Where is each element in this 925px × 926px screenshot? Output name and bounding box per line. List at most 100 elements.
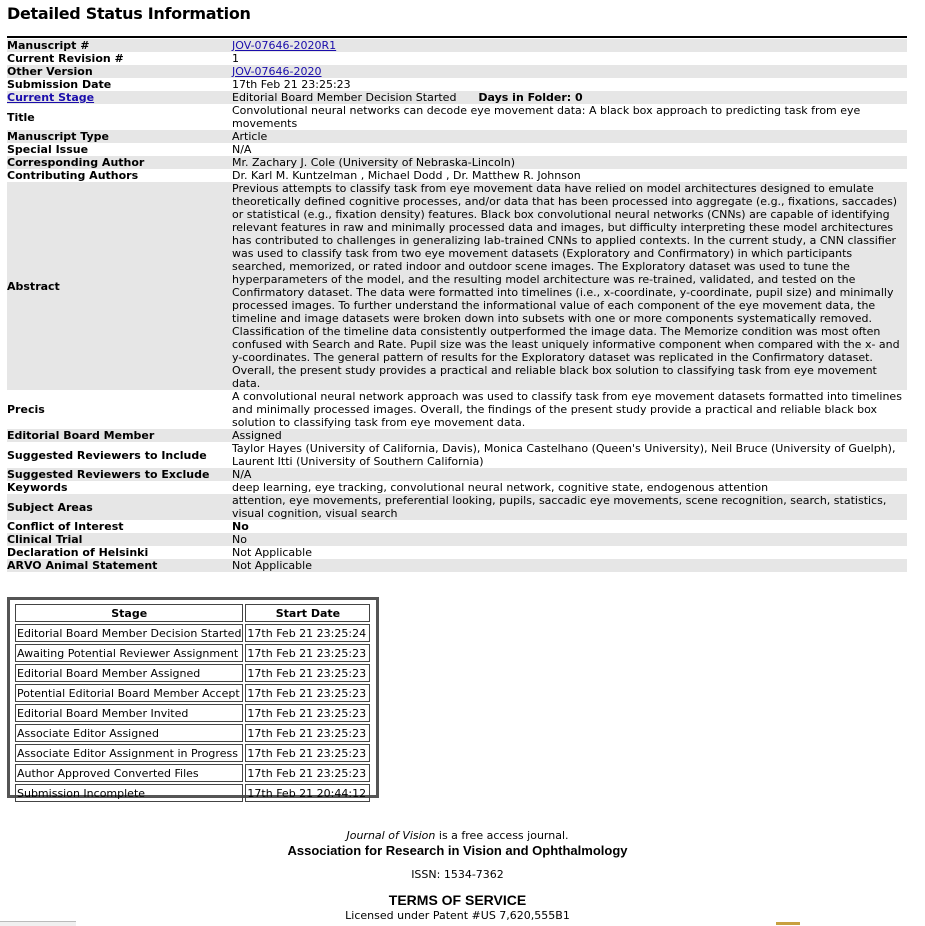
detail-value: Previous attempts to classify task from …	[232, 182, 900, 390]
stage-row: Author Approved Converted Files 17th Feb …	[15, 764, 371, 782]
detail-label-cell: Title	[7, 104, 232, 130]
stage-date-cell: 17th Feb 21 23:25:23	[245, 644, 371, 662]
detail-row: Editorial Board Member Assigned	[7, 429, 907, 442]
journal-statement: Journal of Vision is a free access journ…	[0, 829, 915, 842]
detail-row: Current Stage Editorial Board Member Deci…	[7, 91, 907, 104]
patent-license-text: Licensed under Patent #US 7,620,555B1	[345, 909, 570, 922]
detail-row: Abstract Previous attempts to classify ta…	[7, 182, 907, 390]
detail-row: Manuscript Type Article	[7, 130, 907, 143]
detail-label-cell: Other Version	[7, 65, 232, 78]
manuscript-link[interactable]: JOV-07646-2020	[232, 65, 322, 78]
detail-value-cell: Convolutional neural networks can decode…	[232, 104, 907, 130]
stage-row: Editorial Board Member Decision Started 1…	[15, 624, 371, 642]
detail-value-cell: Editorial Board Member Decision Started D…	[232, 91, 907, 104]
detail-value: N/A	[232, 468, 252, 481]
detail-label: Manuscript Type	[7, 130, 109, 143]
days-in-folder: Days in Folder: 0	[478, 91, 583, 104]
detail-row: Manuscript # JOV-07646-2020R1	[7, 39, 907, 52]
manuscript-link[interactable]: JOV-07646-2020R1	[232, 39, 336, 52]
detail-value: Dr. Karl M. Kuntzelman , Michael Dodd , …	[232, 169, 581, 182]
detail-label-cell: Conflict of Interest	[7, 520, 232, 533]
detail-value-cell: 17th Feb 21 23:25:23	[232, 78, 907, 91]
detail-row: Corresponding Author Mr. Zachary J. Cole …	[7, 156, 907, 169]
stage-history-table: Stage Start Date Editorial Board Member …	[13, 602, 372, 804]
detail-label-cell: Submission Date	[7, 78, 232, 91]
detail-label-cell: Suggested Reviewers to Include	[7, 442, 232, 468]
detail-value-cell: N/A	[232, 143, 907, 156]
detail-value: Taylor Hayes (University of California, …	[232, 442, 896, 468]
detail-label-cell: Declaration of Helsinki	[7, 546, 232, 559]
detail-row: Suggested Reviewers to Exclude N/A	[7, 468, 907, 481]
stage-name-cell: Associate Editor Assigned	[15, 724, 244, 742]
detail-label: Abstract	[7, 279, 60, 293]
detail-value: Assigned	[232, 429, 282, 442]
stage-name-cell: Editorial Board Member Assigned	[15, 664, 244, 682]
stage-name-cell: Associate Editor Assignment in Progress	[15, 744, 244, 762]
detail-label-cell: Corresponding Author	[7, 156, 232, 169]
detail-value-cell: Not Applicable	[232, 546, 907, 559]
detail-label: Declaration of Helsinki	[7, 546, 149, 559]
detail-label-cell: Clinical Trial	[7, 533, 232, 546]
stage-date-cell: 17th Feb 21 23:25:23	[245, 744, 371, 762]
detail-row: Contributing Authors Dr. Karl M. Kuntzelm…	[7, 169, 907, 182]
horizontal-scrollbar[interactable]	[0, 921, 76, 926]
page-title: Detailed Status Information	[7, 4, 251, 23]
detail-value: A convolutional neural network approach …	[232, 390, 902, 429]
detail-label-cell: Manuscript Type	[7, 130, 232, 143]
detail-row: Clinical Trial No	[7, 533, 907, 546]
terms-of-service-link[interactable]: TERMS OF SERVICE	[0, 892, 915, 908]
detail-label-cell: ARVO Animal Statement	[7, 559, 232, 572]
detail-label: Editorial Board Member	[7, 429, 155, 442]
detail-row: Precis A convolutional neural network app…	[7, 390, 907, 429]
detail-row: Submission Date 17th Feb 21 23:25:23	[7, 78, 907, 91]
detail-value: Article	[232, 130, 268, 143]
stage-date-cell: 17th Feb 21 23:25:23	[245, 664, 371, 682]
stage-date-cell: 17th Feb 21 20:44:12	[245, 784, 371, 802]
detail-value-cell: Previous attempts to classify task from …	[232, 182, 907, 390]
detail-label: Current Revision #	[7, 52, 124, 65]
detail-value: Not Applicable	[232, 559, 312, 572]
detail-row: Suggested Reviewers to Include Taylor Hay…	[7, 442, 907, 468]
detail-value-cell: No	[232, 520, 907, 533]
detail-row: Declaration of Helsinki Not Applicable	[7, 546, 907, 559]
current-stage-link[interactable]: Current Stage	[7, 91, 94, 104]
detail-label: Contributing Authors	[7, 169, 139, 182]
detail-value-cell: Assigned	[232, 429, 907, 442]
detail-row: Current Revision # 1	[7, 52, 907, 65]
detail-value: deep learning, eye tracking, convolution…	[232, 481, 769, 494]
detail-value-cell: Taylor Hayes (University of California, …	[232, 442, 907, 468]
detail-label: Other Version	[7, 65, 93, 78]
stage-row: Associate Editor Assignment in Progress 1…	[15, 744, 371, 762]
stage-date-cell: 17th Feb 21 23:25:23	[245, 684, 371, 702]
stage-date-cell: 17th Feb 21 23:25:24	[245, 624, 371, 642]
detail-value-cell: 1	[232, 52, 907, 65]
detail-label: Title	[7, 110, 35, 124]
detail-label-cell: Manuscript #	[7, 39, 232, 52]
detail-value-cell: No	[232, 533, 907, 546]
detail-label-cell: Current Revision #	[7, 52, 232, 65]
stage-row: Submission Incomplete 17th Feb 21 20:44:1…	[15, 784, 371, 802]
detail-value-cell: Not Applicable	[232, 559, 907, 572]
start-date-column-header: Start Date	[245, 604, 371, 622]
stage-row: Editorial Board Member Assigned 17th Feb …	[15, 664, 371, 682]
detail-value-cell: JOV-07646-2020	[232, 65, 907, 78]
journal-statement-text: is a free access journal.	[435, 829, 569, 842]
detail-label: Suggested Reviewers to Include	[7, 448, 207, 462]
detail-label-cell: Special Issue	[7, 143, 232, 156]
detail-label-cell: Suggested Reviewers to Exclude	[7, 468, 232, 481]
detail-label: Clinical Trial	[7, 533, 83, 546]
detail-value: Not Applicable	[232, 546, 312, 559]
detail-label: Special Issue	[7, 143, 89, 156]
detail-value: Convolutional neural networks can decode…	[232, 104, 861, 130]
title-divider	[7, 36, 907, 38]
stage-name-cell: Author Approved Converted Files	[15, 764, 244, 782]
detail-row: Keywords deep learning, eye tracking, con…	[7, 481, 907, 494]
detail-label-cell: Current Stage	[7, 91, 232, 104]
journal-name: Journal of Vision	[346, 829, 436, 842]
stage-row: Associate Editor Assigned 17th Feb 21 23:…	[15, 724, 371, 742]
stage-name-cell: Submission Incomplete	[15, 784, 244, 802]
stage-date-cell: 17th Feb 21 23:25:23	[245, 724, 371, 742]
detail-row: Conflict of Interest No	[7, 520, 907, 533]
detail-label-cell: Precis	[7, 390, 232, 429]
detail-value-cell: Article	[232, 130, 907, 143]
